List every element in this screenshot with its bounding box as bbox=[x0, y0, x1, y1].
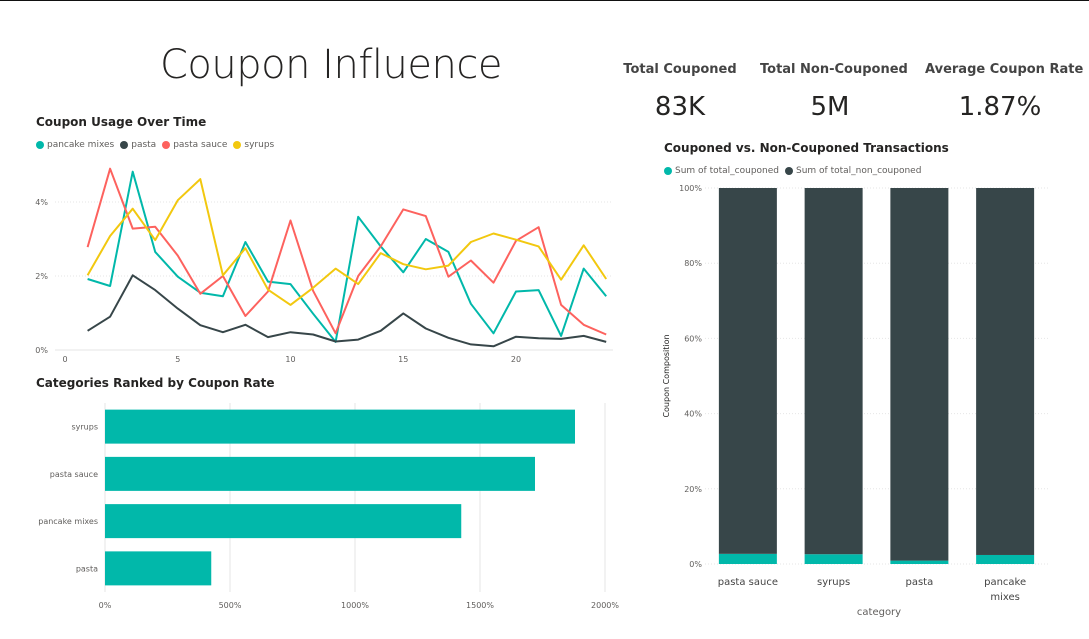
series-line-pasta[interactable] bbox=[87, 274, 607, 348]
usage-y-tick-label: 0% bbox=[35, 346, 48, 355]
usage-x-tick-label: 0 bbox=[62, 355, 67, 364]
usage-x-tick-label: 10 bbox=[285, 355, 295, 364]
kpi-total-non-couponed-label: Total Non-Couponed bbox=[760, 62, 908, 77]
usage-legend-item[interactable]: pancake mixes bbox=[36, 140, 114, 150]
legend-label: pasta bbox=[131, 140, 157, 150]
ranked-bar[interactable] bbox=[105, 504, 462, 539]
ranked-x-tick-label: 2000% bbox=[591, 601, 619, 610]
top-border bbox=[0, 0, 1089, 1]
legend-label: pancake mixes bbox=[47, 140, 115, 150]
ranked-category-label: syrups bbox=[71, 423, 98, 432]
ranked-bar[interactable] bbox=[105, 551, 212, 586]
series-line-pancake-mixes[interactable] bbox=[87, 170, 607, 343]
usage-line-chart[interactable]: 0% 2% 4% 0 5 10 15 20 bbox=[0, 150, 625, 370]
usage-x-tick-label: 20 bbox=[511, 355, 521, 364]
usage-y-tick-label: 2% bbox=[35, 272, 48, 281]
ranked-chart-title: Categories Ranked by Coupon Rate bbox=[36, 376, 275, 390]
legend-swatch-icon bbox=[785, 167, 793, 175]
ranked-category-label: pancake mixes bbox=[38, 517, 98, 526]
ranked-x-tick-label: 1500% bbox=[466, 601, 494, 610]
comp-y-tick-label: 0% bbox=[689, 560, 702, 569]
couponed-segment[interactable] bbox=[890, 560, 949, 564]
ranked-category-label: pasta bbox=[76, 564, 98, 573]
comp-category-label: syrups bbox=[817, 577, 850, 588]
usage-legend-item[interactable]: pasta sauce bbox=[162, 140, 227, 150]
usage-x-tick-label: 5 bbox=[175, 355, 180, 364]
ranked-category-label: pasta sauce bbox=[50, 470, 98, 479]
non-couponed-segment[interactable] bbox=[804, 188, 863, 555]
ranked-x-tick-label: 1000% bbox=[341, 601, 369, 610]
ranked-bar[interactable] bbox=[105, 456, 535, 491]
usage-chart-title: Coupon Usage Over Time bbox=[36, 115, 207, 129]
kpi-total-non-couponed-value: 5M bbox=[810, 92, 850, 122]
legend-swatch-icon bbox=[233, 141, 242, 149]
legend-label: syrups bbox=[244, 140, 275, 150]
comp-category-label: pasta sauce bbox=[718, 577, 778, 588]
legend-swatch-icon bbox=[162, 141, 171, 149]
series-line-pasta-sauce[interactable] bbox=[86, 167, 607, 336]
couponed-segment[interactable] bbox=[804, 554, 863, 564]
comp-category-label: pasta bbox=[906, 577, 934, 588]
comp-y-tick-label: 100% bbox=[679, 184, 702, 193]
ranked-x-tick-label: 500% bbox=[219, 601, 242, 610]
couponed-segment[interactable] bbox=[976, 554, 1035, 564]
composition-chart-legend[interactable]: Sum of total_couponed Sum of total_non_co… bbox=[664, 166, 927, 176]
comp-y-axis-title: Coupon Composition bbox=[662, 334, 671, 417]
legend-swatch-icon bbox=[36, 141, 44, 149]
comp-category-label: pancake bbox=[984, 577, 1026, 588]
series-line-syrups[interactable] bbox=[86, 178, 608, 306]
usage-y-tick-label: 4% bbox=[35, 198, 48, 207]
comp-y-tick-label: 20% bbox=[684, 485, 702, 494]
comp-y-tick-label: 60% bbox=[684, 334, 702, 343]
composition-stacked-chart[interactable]: 0% 20% 40% 60% 80% 100% Coupon Composition cate… bbox=[655, 178, 1065, 623]
usage-x-tick-label: 15 bbox=[398, 355, 408, 364]
legend-label: Sum of total_non_couponed bbox=[796, 166, 922, 176]
ranked-bar-chart[interactable]: 0% 500% 1000% 1500% 2000% syrups pasta sauce pa… bbox=[0, 395, 630, 620]
comp-y-tick-label: 40% bbox=[684, 410, 702, 419]
comp-x-axis-title: category bbox=[857, 607, 901, 618]
comp-legend-item[interactable]: Sum of total_couponed bbox=[664, 166, 779, 176]
comp-category-label: mixes bbox=[990, 592, 1020, 603]
kpi-average-coupon-rate-value: 1.87% bbox=[958, 92, 1042, 122]
non-couponed-segment[interactable] bbox=[718, 188, 777, 554]
kpi-average-coupon-rate-label: Average Coupon Rate bbox=[925, 62, 1084, 77]
non-couponed-segment[interactable] bbox=[976, 188, 1035, 555]
ranked-bar[interactable] bbox=[105, 409, 575, 444]
usage-legend-item[interactable]: pasta bbox=[120, 140, 156, 150]
usage-legend-item[interactable]: syrups bbox=[233, 140, 274, 150]
non-couponed-segment[interactable] bbox=[890, 188, 949, 561]
kpi-total-couponed-value: 83K bbox=[654, 92, 706, 122]
usage-chart-legend[interactable]: pancake mixes pasta pasta sauce syrups bbox=[36, 140, 280, 150]
legend-label: pasta sauce bbox=[173, 140, 228, 150]
couponed-segment[interactable] bbox=[718, 553, 777, 564]
legend-label: Sum of total_couponed bbox=[675, 166, 779, 176]
kpi-total-couponed-label: Total Couponed bbox=[623, 62, 737, 77]
legend-swatch-icon bbox=[664, 167, 672, 175]
legend-swatch-icon bbox=[120, 141, 129, 149]
comp-y-tick-label: 80% bbox=[684, 259, 702, 268]
page-title: Coupon Influence bbox=[160, 42, 502, 88]
composition-chart-title: Couponed vs. Non-Couponed Transactions bbox=[664, 141, 949, 155]
ranked-x-tick-label: 0% bbox=[99, 601, 112, 610]
comp-legend-item[interactable]: Sum of total_non_couponed bbox=[785, 166, 921, 176]
